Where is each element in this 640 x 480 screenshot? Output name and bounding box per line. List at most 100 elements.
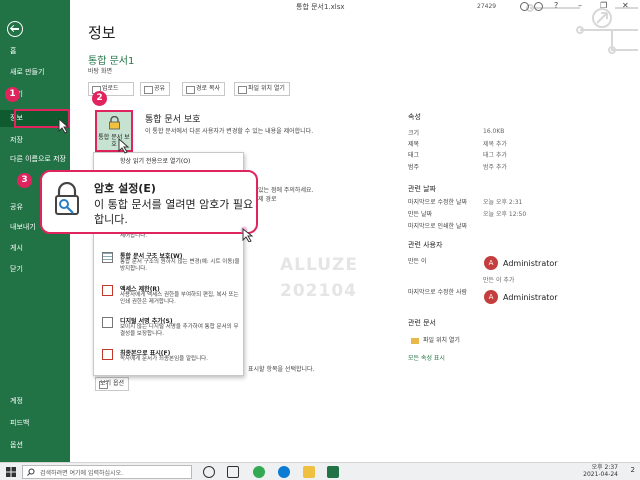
avatar: A xyxy=(484,256,498,270)
watermark: ALLUZE 202104 xyxy=(280,252,358,304)
menu-item-desc: 보이지 않는 디지털 서명을 추가하여 통합 문서의 무결성을 보장합니다. xyxy=(120,324,239,337)
partial-note: 제 경로 xyxy=(258,196,277,203)
open-file-location-button[interactable]: 파일 위치 열기 xyxy=(234,82,290,96)
prop-category-input[interactable]: 범주 추가 xyxy=(483,162,507,171)
partial-note: 표시할 항목을 선택합니다. xyxy=(248,366,315,373)
minimize-icon[interactable]: – xyxy=(578,1,582,10)
restrict-access-icon xyxy=(102,285,113,296)
taskbar: 검색하려면 여기에 입력하십시오. 오후 2:37 2021-04-24 2 xyxy=(0,462,640,480)
menu-item-read-only[interactable]: 항상 읽기 전용으로 열기(O) xyxy=(94,156,243,168)
close-icon[interactable]: ✕ xyxy=(622,1,629,10)
workbook-location: 바탕 화면 xyxy=(88,68,112,75)
sidebar-item-feedback[interactable]: 피드백 xyxy=(0,415,70,432)
menu-item-desc: 제어합니다. xyxy=(120,233,148,239)
people-heading: 관련 사용자 xyxy=(408,241,443,249)
open-folder-button[interactable]: 파일 위치 열기 xyxy=(408,335,476,347)
window-title: 통합 문서1.xlsx xyxy=(296,3,345,11)
cortana-icon[interactable] xyxy=(203,466,215,478)
prop-value: 오늘 오후 12:50 xyxy=(483,211,527,218)
share-button[interactable]: 공유 xyxy=(140,82,171,96)
mouse-pointer-icon xyxy=(58,118,70,134)
partial-note: 있는 점에 주의하세요. xyxy=(258,187,314,194)
excel-icon[interactable] xyxy=(327,466,339,478)
copy-path-button[interactable]: 경로 복사 xyxy=(182,82,225,96)
edge-icon[interactable] xyxy=(278,466,290,478)
back-arrow-icon[interactable] xyxy=(7,21,23,37)
prop-value: 오늘 오후 2:31 xyxy=(483,199,523,206)
properties-heading[interactable]: 속성 xyxy=(408,112,421,122)
menu-item-desc: 사용자에게 액세스 권한을 부여하되 편집, 복사 또는 인쇄 권한은 제거합니… xyxy=(120,292,239,305)
sidebar-item-account[interactable]: 계정 xyxy=(0,393,70,410)
mouse-pointer-icon xyxy=(118,138,130,154)
add-author-link[interactable]: 만든 이 추가 xyxy=(483,275,514,284)
menu-item-restrict-access[interactable]: 액세스 제한(R) 사용자에게 액세스 권한을 부여하되 편집, 복사 또는 인… xyxy=(94,284,243,316)
key-lock-icon xyxy=(55,182,79,215)
prop-value: 16.0KB xyxy=(483,128,505,135)
menu-item-protect-structure[interactable]: 통합 문서 구조 보호(W) 통합 문서 구조의 원하지 않는 변경(예: 시트… xyxy=(94,251,243,283)
sidebar-item-save[interactable]: 저장 xyxy=(0,132,70,149)
task-view-icon[interactable] xyxy=(227,466,239,478)
encrypt-password-callout[interactable]: 암호 설정(E) 이 통합 문서를 열려면 암호가 필요합니다. xyxy=(40,170,258,234)
frown-icon[interactable] xyxy=(534,2,543,11)
prop-label: 마지막으로 수정한 날짜 xyxy=(408,199,468,206)
help-icon[interactable]: ? xyxy=(554,1,558,10)
step-badge: 2 xyxy=(92,91,107,106)
callout-description: 이 통합 문서를 열려면 암호가 필요합니다. xyxy=(94,198,254,226)
show-all-properties-link[interactable]: 모든 속성 표시 xyxy=(408,353,445,362)
restore-icon[interactable]: ❐ xyxy=(600,1,607,10)
watermark-line: ALLUZE xyxy=(280,255,358,275)
title-status-number: 27429 xyxy=(477,3,497,10)
callout-title: 암호 설정(E) xyxy=(94,182,156,195)
modified-by-name[interactable]: Administrator xyxy=(503,293,558,302)
prop-label: 만든 이 xyxy=(408,258,427,265)
sidebar-item-publish[interactable]: 게시 xyxy=(0,240,70,257)
notification-count[interactable]: 2 xyxy=(631,466,635,474)
sidebar-item-options[interactable]: 옵션 xyxy=(0,437,70,454)
sidebar-item-home[interactable]: 홈 xyxy=(0,43,70,60)
signature-icon xyxy=(102,317,113,328)
prop-label: 범주 xyxy=(408,164,420,171)
protect-description: 이 통합 문서에서 다른 사용자가 변경할 수 있는 내용을 제어합니다. xyxy=(145,128,314,135)
prop-label: 크기 xyxy=(408,130,420,137)
author-name[interactable]: Administrator xyxy=(503,259,558,268)
avatar: A xyxy=(484,290,498,304)
step-badge: 3 xyxy=(17,173,32,188)
prop-label: 만든 날짜 xyxy=(408,211,432,218)
sidebar-item-close[interactable]: 닫기 xyxy=(0,261,70,278)
menu-item-title: 항상 읽기 전용으로 열기(O) xyxy=(120,158,191,165)
search-placeholder: 검색하려면 여기에 입력하십시오. xyxy=(40,470,124,477)
menu-item-digital-signature[interactable]: 디지털 서명 추가(S) 보이지 않는 디지털 서명을 추가하여 통합 문서의 … xyxy=(94,316,243,348)
sidebar-item-save-as[interactable]: 다른 이름으로 저장 xyxy=(0,154,70,171)
workbook-name: 통합 문서1 xyxy=(88,56,135,67)
prop-label: 마지막으로 인쇄한 날짜 xyxy=(408,223,468,230)
clock[interactable]: 오후 2:37 2021-04-24 xyxy=(583,464,618,478)
dates-heading: 관련 날짜 xyxy=(408,185,436,193)
prop-label: 제목 xyxy=(408,141,420,148)
menu-item-desc: 통합 문서 구조의 원하지 않는 변경(예: 시트 이동)을 방지합니다. xyxy=(120,259,240,272)
chrome-icon[interactable] xyxy=(253,466,265,478)
clock-time: 오후 2:37 xyxy=(591,464,618,471)
title-bar: 통합 문서1.xlsx 27429 ? – ❐ ✕ xyxy=(70,0,640,14)
prop-title-input[interactable]: 제목 추가 xyxy=(483,139,507,148)
file-explorer-icon[interactable] xyxy=(303,466,315,478)
watermark-line: 202104 xyxy=(280,281,357,301)
prop-label: 마지막으로 수정한 사람 xyxy=(408,289,468,296)
search-icon xyxy=(27,468,35,476)
taskbar-search-input[interactable]: 검색하려면 여기에 입력하십시오. xyxy=(22,465,192,479)
menu-item-mark-final[interactable]: 최종본으로 표시(F) 독자에게 문서가 최종본임을 알립니다. xyxy=(94,348,243,374)
sidebar-item-new[interactable]: 새로 만들기 xyxy=(0,64,70,81)
smiley-icon[interactable] xyxy=(520,2,529,11)
protect-title: 통합 문서 보호 xyxy=(145,115,201,125)
prop-tags-input[interactable]: 태그 추가 xyxy=(483,150,507,159)
page-title: 정보 xyxy=(88,24,116,42)
menu-item-desc: 독자에게 문서가 최종본임을 알립니다. xyxy=(120,356,208,362)
mark-final-icon xyxy=(102,349,113,360)
windows-start-icon[interactable] xyxy=(6,467,16,477)
mouse-pointer-icon xyxy=(240,226,254,242)
view-options-button[interactable]: 보기 옵션 xyxy=(95,377,129,391)
workbook-structure-icon xyxy=(102,252,113,263)
docs-heading: 관련 문서 xyxy=(408,319,436,327)
prop-label: 태그 xyxy=(408,152,420,159)
lock-icon xyxy=(109,116,120,130)
step-badge: 1 xyxy=(5,87,20,102)
